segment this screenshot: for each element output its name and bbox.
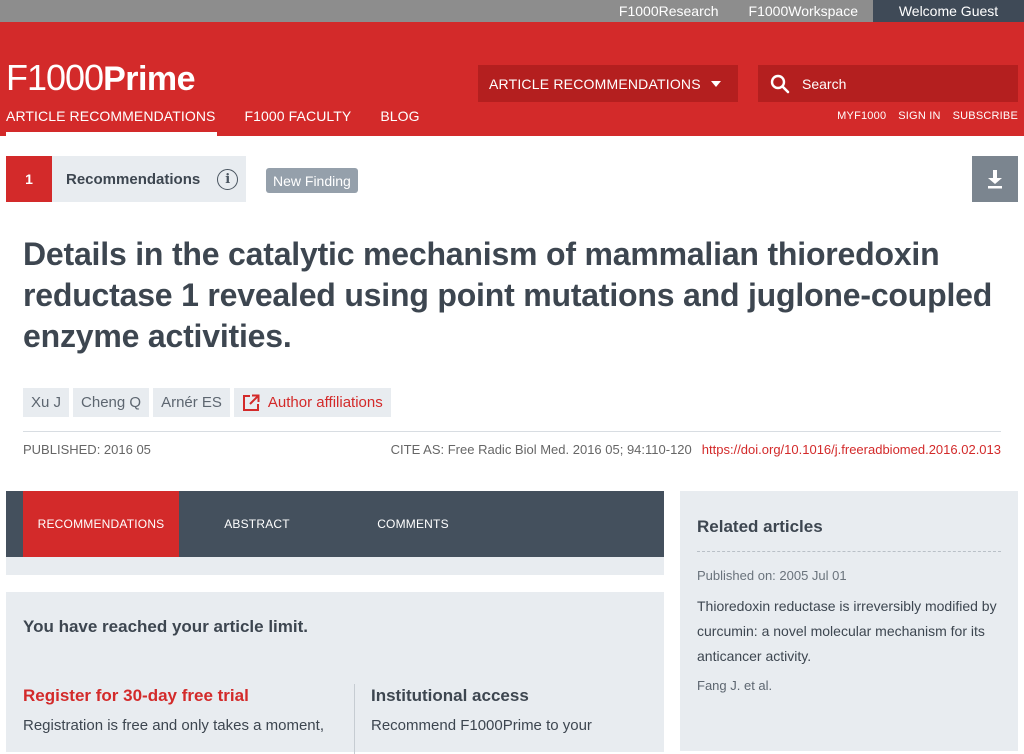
recommendation-count: 1 <box>6 156 52 202</box>
account-links: MYF1000 SIGN IN SUBSCRIBE <box>837 96 1024 136</box>
related-published-date: Published on: 2005 Jul 01 <box>697 568 847 583</box>
recommendations-label-box: Recommendations i <box>52 156 246 202</box>
f1000workspace-link[interactable]: F1000Workspace <box>734 0 873 22</box>
f1000research-link[interactable]: F1000Research <box>604 0 734 22</box>
related-heading: Related articles <box>697 517 823 536</box>
recommendations-label: Recommendations <box>66 170 201 188</box>
author-tag[interactable]: Arnér ES <box>153 388 230 417</box>
search-scope-value: ARTICLE RECOMMENDATIONS <box>489 75 701 92</box>
related-article-authors: Fang J. et al. <box>697 678 773 693</box>
divider <box>23 431 1001 432</box>
tab-content-area <box>6 557 664 575</box>
published-date: PUBLISHED: 2016 05 <box>23 442 151 457</box>
tab-abstract[interactable]: ABSTRACT <box>179 491 335 557</box>
main-nav: ARTICLE RECOMMENDATIONS F1000 FACULTY BL… <box>0 96 1024 136</box>
cite-as: CITE AS: Free Radic Biol Med. 2016 05; 9… <box>390 442 692 457</box>
column-divider <box>354 684 355 754</box>
dashed-divider <box>697 551 1001 552</box>
search-input[interactable] <box>802 75 1002 92</box>
institutional-access-heading[interactable]: Institutional access <box>371 686 651 706</box>
register-section: Register for 30-day free trial Registrat… <box>23 686 343 734</box>
download-button[interactable] <box>972 156 1018 202</box>
info-icon[interactable]: i <box>217 168 239 190</box>
top-utility-bar: F1000Research F1000Workspace Welcome Gue… <box>0 0 1024 22</box>
institutional-text: Recommend F1000Prime to your <box>371 717 592 734</box>
logo-prime-text: Prime <box>103 60 196 98</box>
author-tag[interactable]: Cheng Q <box>73 388 150 417</box>
search-icon[interactable] <box>770 74 790 94</box>
logo-f1000-text: F1000 <box>6 57 104 98</box>
tab-recommendations[interactable]: RECOMMENDATIONS <box>23 491 179 557</box>
limit-heading: You have reached your article limit. <box>23 617 309 636</box>
new-finding-badge[interactable]: New Finding <box>266 168 358 193</box>
author-list: Xu J Cheng Q Arnér ES Author affiliation… <box>23 388 395 417</box>
welcome-guest-menu[interactable]: Welcome Guest <box>873 0 1024 22</box>
subscribe-link[interactable]: SUBSCRIBE <box>953 110 1018 122</box>
tab-comments[interactable]: COMMENTS <box>335 491 491 557</box>
article-tabs: RECOMMENDATIONS ABSTRACT COMMENTS <box>6 491 664 557</box>
register-trial-link[interactable]: Register for 30-day free trial <box>23 686 343 706</box>
site-header: F1000 Prime ARTICLE RECOMMENDATIONS ARTI… <box>0 22 1024 136</box>
nav-blog[interactable]: BLOG <box>374 96 425 136</box>
author-affiliations-label: Author affiliations <box>267 394 383 411</box>
article-title: Details in the catalytic mechanism of ma… <box>23 236 993 354</box>
author-tag[interactable]: Xu J <box>23 388 70 417</box>
author-affiliations-button[interactable]: Author affiliations <box>233 388 391 417</box>
f1000prime-logo[interactable]: F1000 Prime <box>6 57 196 99</box>
related-articles-panel: Related articles Published on: 2005 Jul … <box>680 491 1018 751</box>
download-icon <box>988 170 1002 189</box>
recommendations-bar[interactable]: 1 Recommendations i <box>6 156 246 202</box>
chevron-down-icon <box>711 80 721 87</box>
nav-article-recommendations[interactable]: ARTICLE RECOMMENDATIONS <box>0 96 221 136</box>
article-limit-panel: You have reached your article limit. Reg… <box>6 592 664 754</box>
related-article-title[interactable]: Thioredoxin reductase is irreversibly mo… <box>697 594 1001 669</box>
institutional-section: Institutional access Recommend F1000Prim… <box>371 686 651 734</box>
doi-link[interactable]: https://doi.org/10.1016/j.freeradbiomed.… <box>702 442 1001 457</box>
publication-info: PUBLISHED: 2016 05 CITE AS: Free Radic B… <box>23 442 1001 457</box>
myf1000-link[interactable]: MYF1000 <box>837 110 886 122</box>
external-link-icon <box>242 394 260 411</box>
nav-f1000-faculty[interactable]: F1000 FACULTY <box>238 96 357 136</box>
sign-in-link[interactable]: SIGN IN <box>898 110 940 122</box>
register-text: Registration is free and only takes a mo… <box>23 717 324 734</box>
